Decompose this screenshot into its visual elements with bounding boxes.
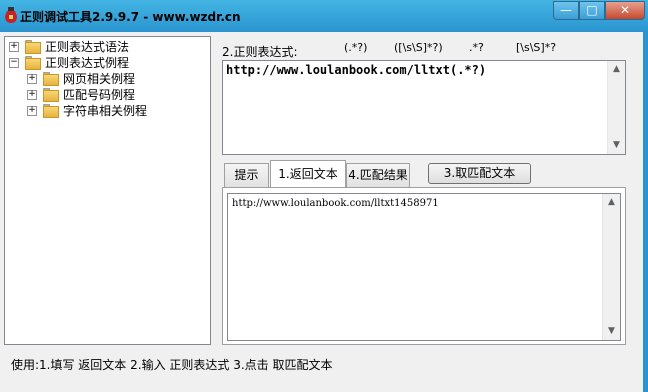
tree-item-label: 匹配号码例程 (63, 88, 136, 102)
app-icon (5, 7, 17, 23)
tab-match-result[interactable]: 4.匹配结果 (346, 163, 410, 187)
scroll-up-icon[interactable]: ▲ (603, 194, 620, 211)
regex-value: http://www.loulanbook.com/lltxt(.*?) (226, 63, 487, 77)
example-tree[interactable]: + 正则表达式语法 − 正则表达式例程 + 网页相关例程 + 匹配号码例程 + … (4, 36, 211, 345)
minimize-button[interactable]: — (553, 1, 579, 20)
maximize-button[interactable]: □ (579, 1, 605, 20)
regex-input[interactable]: http://www.loulanbook.com/lltxt(.*?) ▲ ▼ (222, 60, 626, 155)
pattern-lazy-any[interactable]: (.*?) (344, 41, 367, 54)
scroll-down-icon[interactable]: ▼ (608, 137, 625, 154)
window-title: 正则调试工具2.9.9.7 - www.wzdr.cn (20, 10, 241, 24)
source-text-value: http://www.loulanbook.com/lltxt1458971 (232, 198, 439, 209)
pattern-nongroup-all[interactable]: [\s\S]*? (516, 41, 556, 54)
tree-item-label: 正则表达式例程 (45, 56, 130, 70)
title-bar[interactable]: 正则调试工具2.9.9.7 - www.wzdr.cn — □ ✕ (0, 0, 648, 32)
tab-return-text[interactable]: 1.返回文本 (270, 160, 346, 188)
tree-item-label: 正则表达式语法 (45, 40, 130, 54)
folder-icon (43, 104, 59, 118)
window-border (643, 32, 648, 392)
pattern-nongroup-any[interactable]: .*? (469, 41, 484, 54)
pattern-lazy-all[interactable]: ([\s\S]*?) (394, 41, 443, 54)
expand-icon[interactable]: + (27, 106, 37, 116)
tree-item-label: 网页相关例程 (63, 72, 136, 86)
collapse-icon[interactable]: − (9, 58, 19, 68)
scroll-up-icon[interactable]: ▲ (608, 61, 625, 78)
expand-icon[interactable]: + (27, 74, 37, 84)
close-button[interactable]: ✕ (605, 1, 645, 20)
folder-icon (25, 56, 41, 70)
usage-hint: 使用:1.填写 返回文本 2.输入 正则表达式 3.点击 取匹配文本 (11, 358, 333, 372)
expand-icon[interactable]: + (9, 42, 19, 52)
folder-icon (43, 88, 59, 102)
scroll-down-icon[interactable]: ▼ (603, 323, 620, 340)
source-scrollbar[interactable]: ▲ ▼ (602, 194, 620, 340)
tab-hint[interactable]: 提示 (224, 163, 269, 187)
folder-icon (25, 40, 41, 54)
get-match-button[interactable]: 3.取匹配文本 (428, 163, 531, 184)
folder-icon (43, 72, 59, 86)
tab-panel: http://www.loulanbook.com/lltxt1458971 ▲… (222, 187, 626, 345)
tab-bar: 提示 1.返回文本 4.匹配结果 (222, 160, 626, 188)
source-text-input[interactable]: http://www.loulanbook.com/lltxt1458971 ▲… (227, 193, 621, 341)
expand-icon[interactable]: + (27, 90, 37, 100)
tree-item-label: 字符串相关例程 (63, 104, 148, 118)
regex-label: 2.正则表达式: (222, 45, 298, 59)
regex-scrollbar[interactable]: ▲ ▼ (607, 61, 625, 154)
